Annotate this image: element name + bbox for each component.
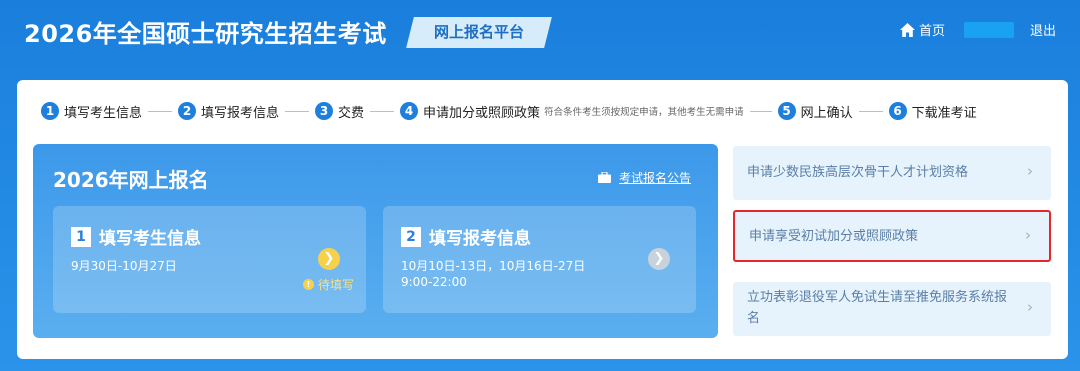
step-label: 申请加分或照顾政策 xyxy=(423,105,541,121)
card-number: 2 xyxy=(401,226,421,247)
registration-card: 2026年网上报名 考试报名公告 1 填写考生信息 9月30日-10月27日 ❯… xyxy=(33,144,718,338)
home-icon xyxy=(900,22,915,37)
card-number: 1 xyxy=(71,226,91,247)
step-connector xyxy=(370,110,395,112)
exam-notice-link[interactable]: 考试报名公告 xyxy=(598,169,691,186)
chevron-right-icon: › xyxy=(1027,162,1033,180)
step-connector xyxy=(749,110,772,112)
card-date: 10月10日-13日，10月16日-27日 xyxy=(401,259,586,273)
platform-label: 网上报名平台 xyxy=(433,23,524,41)
exam-notice-label: 考试报名公告 xyxy=(619,171,692,185)
home-link[interactable]: 首页 xyxy=(900,20,945,39)
step-connector xyxy=(285,110,310,112)
go-arrow-button[interactable]: ❯ xyxy=(648,248,670,270)
card-time: 9:00-22:00 xyxy=(401,275,467,289)
step-label: 填写报考信息 xyxy=(201,105,280,121)
card-title: 填写考生信息 xyxy=(99,229,201,249)
info-icon: ! xyxy=(303,279,314,290)
step-4: 4 申请加分或照顾政策 符合条件考生须按规定申请，其他考生无需申请 xyxy=(400,102,744,121)
card-heading: 2 填写报考信息 xyxy=(401,224,531,249)
status-label: 待填写 xyxy=(318,278,355,292)
card-title: 填写报考信息 xyxy=(429,229,531,249)
step-number: 5 xyxy=(777,102,796,120)
go-arrow-button[interactable]: ❯ xyxy=(318,248,340,270)
status-badge: ! 待填写 xyxy=(303,276,354,293)
step-note: 符合条件考生须按规定申请，其他考生无需申请 xyxy=(544,107,744,118)
step-number: 1 xyxy=(41,102,59,120)
step-1: 1 填写考生信息 xyxy=(41,102,142,121)
chevron-right-icon: › xyxy=(1025,226,1031,244)
site-title: 2026年全国硕士研究生招生考试 xyxy=(24,20,387,48)
veteran-exemption-option[interactable]: 立功表彰退役军人免试生请至推免服务系统报名 › xyxy=(733,282,1051,336)
user-name-badge[interactable] xyxy=(964,22,1014,38)
step-number: 6 xyxy=(888,102,907,120)
step-number: 3 xyxy=(315,102,334,120)
step-label: 交费 xyxy=(338,105,365,121)
chevron-right-icon: › xyxy=(1027,298,1033,316)
bonus-points-option[interactable]: 申请享受初试加分或照顾政策 › xyxy=(733,210,1051,262)
step-2: 2 填写报考信息 xyxy=(178,102,279,121)
step-5: 5 网上确认 xyxy=(777,102,853,121)
card-date: 9月30日-10月27日 xyxy=(71,259,177,273)
main-panel: 1 填写考生信息 2 填写报考信息 3 交费 4 申请加分或照顾政策 符合条件考… xyxy=(17,80,1068,359)
page-header: 2026年全国硕士研究生招生考试 网上报名平台 首页 退出 xyxy=(0,0,1080,80)
card-heading: 1 填写考生信息 xyxy=(71,224,201,249)
step-label: 填写考生信息 xyxy=(64,105,143,121)
option-label: 立功表彰退役军人免试生请至推免服务系统报名 xyxy=(747,290,1008,326)
registration-title: 2026年网上报名 xyxy=(53,168,209,192)
fill-application-info-card[interactable]: 2 填写报考信息 10月10日-13日，10月16日-27日 9:00-22:0… xyxy=(383,206,696,313)
option-label: 申请享受初试加分或照顾政策 xyxy=(749,229,919,244)
step-label: 网上确认 xyxy=(800,105,853,121)
option-label: 申请少数民族高层次骨干人才计划资格 xyxy=(747,165,969,180)
step-connector xyxy=(858,110,883,112)
step-number: 2 xyxy=(178,102,197,120)
step-6: 6 下载准考证 xyxy=(888,102,977,121)
fill-candidate-info-card[interactable]: 1 填写考生信息 9月30日-10月27日 ❯ ! 待填写 xyxy=(53,206,366,313)
step-label: 下载准考证 xyxy=(911,105,977,121)
home-label: 首页 xyxy=(919,24,946,39)
platform-tag: 网上报名平台 xyxy=(406,17,552,48)
step-number: 4 xyxy=(400,102,419,120)
step-3: 3 交费 xyxy=(315,102,364,121)
logout-link[interactable]: 退出 xyxy=(1030,20,1056,39)
progress-steps: 1 填写考生信息 2 填写报考信息 3 交费 4 申请加分或照顾政策 符合条件考… xyxy=(41,98,1041,124)
minority-talent-option[interactable]: 申请少数民族高层次骨干人才计划资格 › xyxy=(733,146,1051,200)
briefcase-icon xyxy=(598,172,611,183)
step-connector xyxy=(148,110,173,112)
